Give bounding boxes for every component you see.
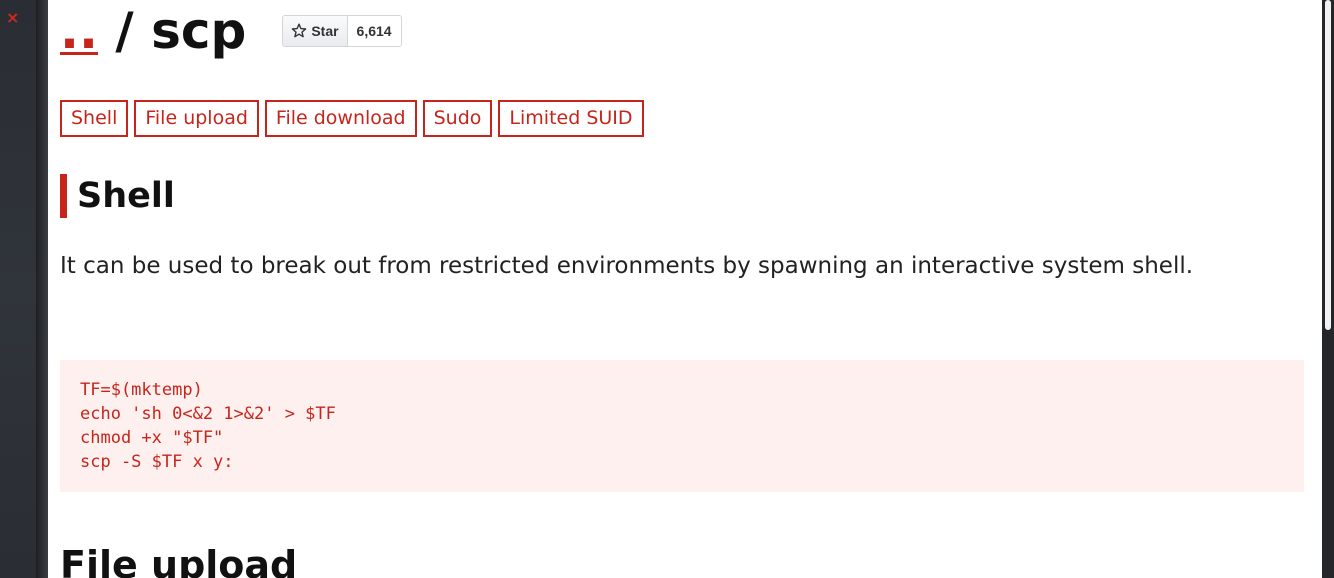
window-edge bbox=[36, 0, 48, 578]
code-line: chmod +x "$TF" bbox=[80, 428, 224, 448]
tag-limited-suid[interactable]: Limited SUID bbox=[498, 100, 644, 137]
title-row: .. / scp Star 6,614 bbox=[60, 2, 402, 60]
star-button[interactable]: Star bbox=[283, 16, 348, 46]
tag-file-download[interactable]: File download bbox=[264, 100, 417, 137]
heading-accent-bar bbox=[60, 174, 67, 218]
code-line: TF=$(mktemp) bbox=[80, 380, 203, 400]
left-dark-strip: × bbox=[0, 0, 36, 578]
page-title: .. / scp bbox=[60, 2, 246, 60]
tag-file-upload[interactable]: File upload bbox=[134, 100, 259, 137]
section-description: It can be used to break out from restric… bbox=[60, 253, 1194, 279]
star-label: Star bbox=[311, 23, 339, 39]
file-upload-heading: File upload bbox=[60, 543, 298, 578]
code-line: scp -S $TF x y: bbox=[80, 452, 234, 472]
tag-sudo[interactable]: Sudo bbox=[422, 100, 493, 137]
section-title: Shell bbox=[77, 176, 175, 216]
binary-name: scp bbox=[151, 2, 247, 60]
shell-section-heading: Shell bbox=[60, 174, 175, 218]
function-tags: Shell File upload File download Sudo Lim… bbox=[60, 100, 644, 137]
star-count[interactable]: 6,614 bbox=[347, 16, 401, 46]
title-separator: / bbox=[115, 2, 134, 60]
github-star-widget: Star 6,614 bbox=[282, 15, 402, 47]
close-icon[interactable]: × bbox=[6, 10, 19, 26]
parent-directory-link[interactable]: .. bbox=[60, 2, 98, 60]
scrollbar-thumb[interactable] bbox=[1325, 0, 1331, 330]
scrollbar[interactable] bbox=[1322, 0, 1334, 578]
tag-shell[interactable]: Shell bbox=[60, 100, 129, 137]
star-outline-icon bbox=[292, 23, 307, 38]
page-content: .. / scp Star 6,614 Shell File upload Fi… bbox=[48, 0, 1322, 578]
code-block[interactable]: TF=$(mktemp) echo 'sh 0<&2 1>&2' > $TF c… bbox=[60, 360, 1304, 492]
code-line: echo 'sh 0<&2 1>&2' > $TF bbox=[80, 404, 336, 424]
